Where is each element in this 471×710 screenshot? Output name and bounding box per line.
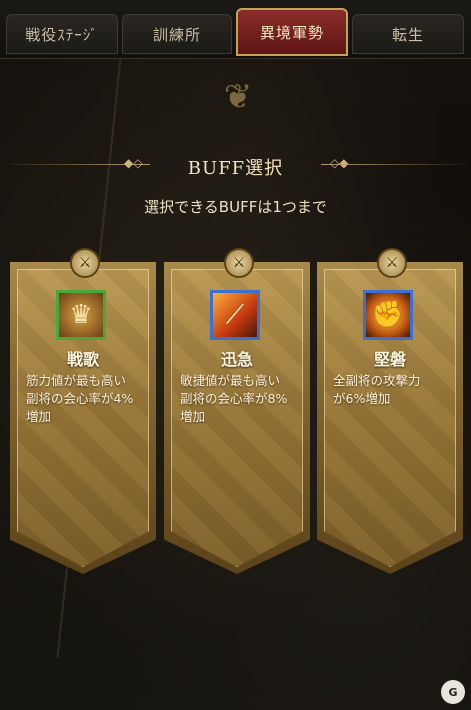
buff-description: 敏捷値が最も高い 副将の会心率が8% 増加 xyxy=(180,373,288,424)
buff-name: 迅急 xyxy=(220,350,253,369)
buff-description: 筋力値が最も高い 副将の会心率が4% 増加 xyxy=(26,373,134,424)
buff-description: 全副将の攻撃力 が6%増加 xyxy=(333,373,421,406)
tab-bar: 戦役ｽﾃｰｼﾞ 訓練所 異境軍勢 転生 xyxy=(0,0,471,59)
buff-card-steadfast[interactable]: ⚔ ✊ 堅磐 全副将の攻撃力 が6%増加 xyxy=(317,248,463,574)
buff-card-war-song[interactable]: ⚔ ♛ 戦歌 筋力値が最も高い 副将の会心率が4% 増加 xyxy=(10,248,156,574)
sword-icon: ⚔ xyxy=(224,248,254,278)
tab-training-ground[interactable]: 訓練所 xyxy=(122,14,232,54)
buff-name: 戦歌 xyxy=(66,350,99,369)
sword-icon: ⚔ xyxy=(377,248,407,278)
war-song-icon: ♛ xyxy=(56,290,106,340)
sword-icon: ⚔ xyxy=(70,248,100,278)
divider-right xyxy=(321,164,471,165)
site-logo-icon: G xyxy=(441,680,465,704)
tab-otherworld-army[interactable]: 異境軍勢 xyxy=(236,8,348,56)
buff-header: ◆◇ BUFF選択 ◇◆ xyxy=(0,150,471,180)
ornament-right-icon: ◇◆ xyxy=(330,156,349,170)
swift-slash-icon: ⟋ xyxy=(210,290,260,340)
page-title: BUFF選択 xyxy=(187,158,284,179)
buff-card-swift[interactable]: ⚔ ⟋ 迅急 敏捷値が最も高い 副将の会心率が8% 増加 xyxy=(164,248,310,574)
page-subtitle: 選択できるBUFFは1つまで xyxy=(144,198,327,216)
tab-reincarnation[interactable]: 転生 xyxy=(352,14,464,54)
map-emblem-icon: ❦ xyxy=(223,77,253,117)
buff-name: 堅磐 xyxy=(373,350,406,369)
tab-campaign-stage[interactable]: 戦役ｽﾃｰｼﾞ xyxy=(6,14,118,54)
fist-strike-icon: ✊ xyxy=(363,290,413,340)
